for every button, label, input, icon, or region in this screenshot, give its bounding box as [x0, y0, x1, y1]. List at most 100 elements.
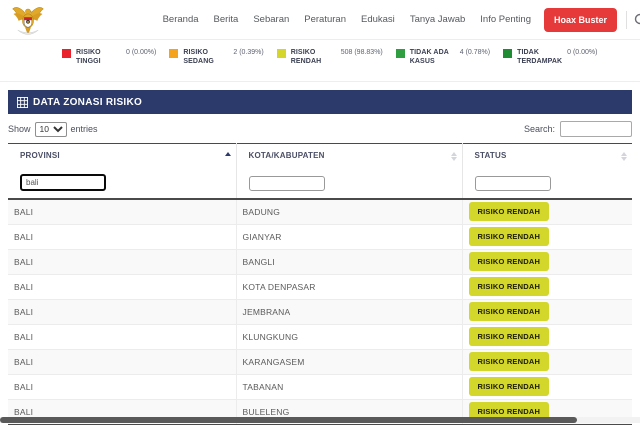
page: Beranda Berita Sebaran Peraturan Edukasi Tany…: [0, 0, 640, 425]
legend-label: RISIKO SEDANG: [183, 49, 214, 66]
garuda-pancasila-logo[interactable]: [8, 2, 48, 38]
legend-color-swatch: [503, 49, 513, 58]
cell-provinsi: BALI: [8, 349, 237, 375]
legend-count: 2 (0.39%): [233, 49, 264, 56]
legend: RISIKO TINGGI 0 (0.00%) RISIKO SEDANG 2 (0.…: [0, 40, 640, 82]
nav-item-sebaran[interactable]: Sebaran: [253, 14, 289, 25]
legend-item: TIDAK TERDAMPAK 0 (0.00%): [503, 48, 597, 67]
table-controls: Show 10 entries Search:: [8, 117, 632, 141]
table-grid-icon: [17, 96, 28, 108]
table-header-row: PROVINSI KOTA/KABUPATEN STATUS: [8, 143, 632, 166]
cell-status: RISIKO RENDAH: [462, 299, 632, 325]
panel-title: DATA ZONASI RISIKO: [33, 96, 143, 108]
sort-both-icon: [450, 152, 457, 161]
nav-item-tanya-jawab[interactable]: Tanya Jawab: [410, 14, 465, 25]
legend-label: TIDAK ADA KASUS: [409, 49, 449, 66]
legend-color-swatch: [395, 49, 405, 58]
cell-status: RISIKO RENDAH: [462, 224, 632, 250]
legend-color-swatch: [276, 49, 286, 58]
top-navigation: Beranda Berita Sebaran Peraturan Edukasi Tany…: [0, 0, 640, 40]
legend-label: RISIKO RENDAH: [290, 49, 322, 66]
cell-kota: GIANYAR: [236, 224, 463, 250]
cell-status: RISIKO RENDAH: [462, 274, 632, 300]
show-label: Show: [8, 124, 31, 134]
cell-status: RISIKO RENDAH: [462, 374, 632, 400]
page-length-select[interactable]: 10: [34, 121, 67, 137]
scrollbar-thumb[interactable]: [0, 417, 577, 423]
status-badge: RISIKO RENDAH: [468, 352, 550, 371]
table-row: BALI BANGLI RISIKO RENDAH: [8, 249, 632, 275]
legend-item: RISIKO TINGGI 0 (0.00%): [62, 48, 156, 67]
garuda-icon: [12, 6, 44, 35]
legend-item: RISIKO SEDANG 2 (0.39%): [169, 48, 264, 67]
search-control: Search:: [524, 121, 632, 137]
legend-count: 0 (0.00%): [126, 49, 157, 56]
filter-row: [8, 166, 632, 200]
cell-kota: BANGLI: [236, 249, 463, 275]
nav-item-edukasi[interactable]: Edukasi: [361, 14, 395, 25]
legend-item: RISIKO RENDAH 508 (98.83%): [276, 48, 383, 67]
status-filter-input[interactable]: [474, 175, 551, 191]
nav-divider: [626, 10, 627, 29]
cell-provinsi: BALI: [8, 199, 237, 225]
nav-links: Beranda Berita Sebaran Peraturan Edukasi Tany…: [163, 14, 531, 25]
nav-item-peraturan[interactable]: Peraturan: [304, 14, 346, 25]
zonasi-table: PROVINSI KOTA/KABUPATEN STATUS BALIBADUN…: [8, 143, 632, 425]
column-header-provinsi[interactable]: PROVINSI: [8, 143, 237, 166]
cell-status: RISIKO RENDAH: [462, 349, 632, 375]
cell-kota: JEMBRANA: [236, 299, 463, 325]
cell-status: RISIKO RENDAH: [462, 324, 632, 350]
table-row: BALI KLUNGKUNG RISIKO RENDAH: [8, 324, 632, 350]
legend-label: TIDAK TERDAMPAK: [517, 49, 563, 66]
cell-provinsi: BALI: [8, 224, 237, 250]
kota-filter-input[interactable]: [248, 175, 325, 191]
table-row: BALI KOTA DENPASAR RISIKO RENDAH: [8, 274, 632, 300]
column-label-status: STATUS: [474, 151, 507, 160]
search-label: Search:: [523, 124, 555, 134]
status-badge: RISIKO RENDAH: [468, 277, 550, 296]
sort-both-icon: [621, 152, 627, 161]
legend-item: TIDAK ADA KASUS 4 (0.78%): [395, 48, 491, 67]
column-header-status[interactable]: STATUS: [462, 143, 632, 166]
status-badge: RISIKO RENDAH: [468, 327, 550, 346]
cell-provinsi: BALI: [8, 274, 237, 300]
table-search-input[interactable]: [560, 121, 632, 137]
nav-item-info-penting[interactable]: Info Penting: [480, 14, 531, 25]
table-row: BALI JEMBRANA RISIKO RENDAH: [8, 299, 632, 325]
status-badge: RISIKO RENDAH: [468, 302, 550, 321]
cell-kota: KARANGASEM: [236, 349, 463, 375]
legend-label: RISIKO TINGGI: [76, 49, 101, 66]
cell-provinsi: BALI: [8, 324, 237, 350]
cell-kota: KOTA DENPASAR: [236, 274, 463, 300]
legend-color-swatch: [169, 49, 179, 58]
provinsi-filter-input[interactable]: [20, 174, 106, 191]
cell-kota: KLUNGKUNG: [236, 324, 463, 350]
legend-color-swatch: [62, 49, 71, 58]
table-row: BALI TABANAN RISIKO RENDAH: [8, 374, 632, 400]
hoax-buster-button[interactable]: Hoax Buster: [543, 7, 617, 32]
status-badge: RISIKO RENDAH: [468, 377, 550, 396]
table-row: BALI KARANGASEM RISIKO RENDAH: [8, 349, 632, 375]
column-label-provinsi: PROVINSI: [20, 151, 60, 160]
legend-count: 4 (0.78%): [459, 49, 491, 56]
horizontal-scrollbar[interactable]: [0, 417, 640, 423]
table-row: BALI BADUNG RISIKO RENDAH: [8, 199, 632, 225]
search-icon[interactable]: [633, 12, 640, 28]
column-header-kota[interactable]: KOTA/KABUPATEN: [236, 143, 463, 166]
panel-header: DATA ZONASI RISIKO: [8, 90, 632, 114]
zonasi-table-body: BALI BADUNG RISIKO RENDAH BALI GIANYAR RISIKO…: [8, 199, 632, 425]
page-length-control: Show 10 entries: [8, 121, 98, 137]
status-badge: RISIKO RENDAH: [468, 252, 550, 271]
cell-provinsi: BALI: [8, 249, 237, 275]
table-row: BALI GIANYAR RISIKO RENDAH: [8, 224, 632, 250]
cell-kota: BADUNG: [236, 199, 463, 225]
entries-label: entries: [70, 124, 98, 134]
sort-ascending-icon: [224, 152, 231, 156]
nav-item-berita[interactable]: Berita: [214, 14, 239, 25]
cell-provinsi: BALI: [8, 374, 237, 400]
nav-item-beranda[interactable]: Beranda: [163, 14, 199, 25]
cell-provinsi: BALI: [8, 299, 237, 325]
cell-status: RISIKO RENDAH: [462, 249, 632, 275]
status-badge: RISIKO RENDAH: [468, 227, 550, 246]
legend-count: 508 (98.83%): [340, 49, 383, 56]
